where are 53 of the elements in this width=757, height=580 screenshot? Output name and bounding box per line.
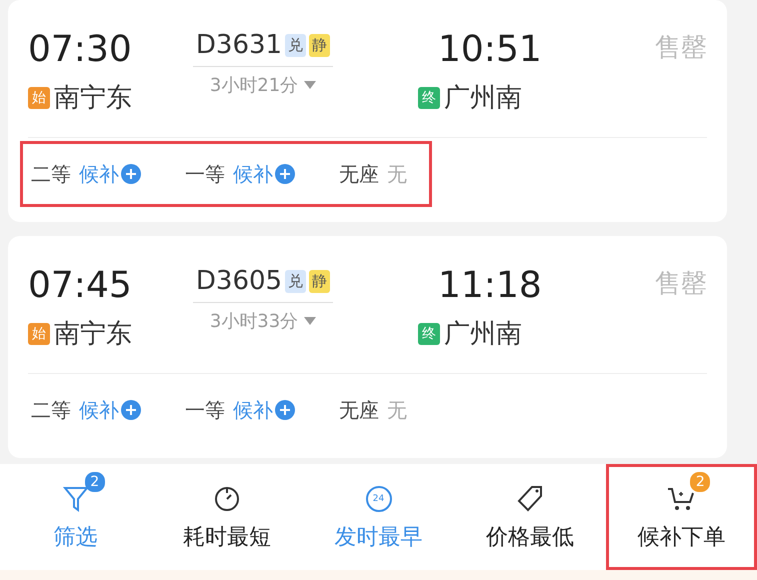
arrival-time: 11:18 bbox=[438, 266, 543, 306]
bottom-tab[interactable]: 价格最低 bbox=[454, 464, 606, 570]
arrival-station: 广州南 bbox=[444, 318, 522, 351]
seat-class: 一等 bbox=[185, 396, 225, 424]
bottom-tab[interactable]: 2 筛选 bbox=[0, 464, 152, 570]
bottom-tab[interactable]: 2 候补下单 bbox=[606, 464, 757, 570]
seat-class: 二等 bbox=[31, 396, 71, 424]
plus-circle-icon bbox=[275, 164, 295, 184]
seat-class: 无座 bbox=[339, 396, 379, 424]
bottom-tab[interactable]: 24 发时最早 bbox=[302, 464, 454, 570]
seat-class: 无座 bbox=[339, 160, 379, 188]
availability-label: 无 bbox=[387, 396, 407, 424]
train-number: D3631 bbox=[196, 30, 282, 60]
filter-icon bbox=[62, 485, 89, 513]
terminal-tag: 终 bbox=[418, 86, 440, 108]
train-tag: 兑 bbox=[285, 34, 306, 56]
waitlist-button[interactable]: 候补 bbox=[79, 160, 141, 188]
departure-station: 南宁东 bbox=[54, 82, 132, 115]
availability-label: 无 bbox=[387, 160, 407, 188]
plus-circle-icon bbox=[121, 164, 141, 184]
seat-class: 二等 bbox=[31, 160, 71, 188]
waitlist-button[interactable]: 候补 bbox=[233, 160, 295, 188]
sold-out-label: 售罄 bbox=[654, 32, 707, 65]
sold-out-label: 售罄 bbox=[654, 268, 707, 301]
train-tag: 静 bbox=[309, 34, 330, 56]
waitlist-button[interactable]: 候补 bbox=[233, 396, 295, 424]
count-badge: 2 bbox=[690, 472, 710, 492]
train-card[interactable]: 07:30 始 南宁东 D3631 兑 静 3小时21分 10:51 终 广州南 售罄 二等 候补 一等 候补 无座 无 bbox=[8, 0, 727, 222]
waitlist-button[interactable]: 候补 bbox=[79, 396, 141, 424]
count-badge: 2 bbox=[84, 472, 105, 492]
departure-time: 07:30 bbox=[28, 30, 133, 70]
seat-class: 一等 bbox=[185, 160, 225, 188]
arrival-time: 10:51 bbox=[438, 30, 543, 70]
origin-tag: 始 bbox=[28, 86, 50, 108]
arrival-station: 广州南 bbox=[444, 82, 522, 115]
duration-toggle[interactable]: 3小时21分 bbox=[210, 73, 316, 97]
duration-toggle[interactable]: 3小时33分 bbox=[210, 309, 316, 333]
train-tag: 静 bbox=[309, 270, 330, 292]
train-number: D3605 bbox=[196, 266, 282, 296]
origin-tag: 始 bbox=[28, 322, 50, 344]
departure-station: 南宁东 bbox=[54, 318, 132, 351]
bottom-tab[interactable]: 耗时最短 bbox=[151, 464, 303, 570]
train-tag: 兑 bbox=[285, 270, 306, 292]
timer-icon bbox=[213, 485, 242, 513]
cart-icon bbox=[666, 485, 696, 513]
clock-icon: 24 bbox=[366, 486, 392, 512]
plus-circle-icon bbox=[121, 400, 141, 420]
terminal-tag: 终 bbox=[418, 322, 440, 344]
train-card[interactable]: 07:45 始 南宁东 D3605 兑 静 3小时33分 11:18 终 广州南 售罄 二等 候补 一等 候补 无座 无 bbox=[8, 236, 727, 458]
departure-time: 07:45 bbox=[28, 266, 133, 306]
plus-circle-icon bbox=[275, 400, 295, 420]
caret-icon bbox=[304, 81, 316, 89]
caret-icon bbox=[304, 317, 316, 325]
